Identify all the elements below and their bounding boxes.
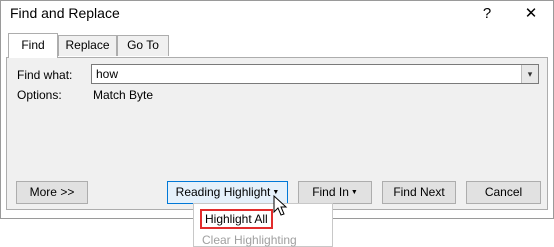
tab-goto[interactable]: Go To xyxy=(117,35,169,56)
reading-highlight-menu: Highlight All Clear Highlighting xyxy=(193,203,333,247)
help-icon[interactable]: ? xyxy=(475,4,499,24)
menu-item-highlight-all[interactable]: Highlight All xyxy=(200,209,273,229)
options-value: Match Byte xyxy=(93,88,154,102)
reading-highlight-label: Reading Highlight xyxy=(175,185,271,199)
more-button-label: More >> xyxy=(29,185,75,199)
tab-find[interactable]: Find xyxy=(8,33,58,58)
find-next-button[interactable]: Find Next xyxy=(382,181,456,204)
dialog-title: Find and Replace xyxy=(10,5,120,21)
title-bar: Find and Replace ? ✕ xyxy=(1,1,553,29)
reading-highlight-button[interactable]: Reading Highlight ▼ xyxy=(167,181,288,204)
find-what-value[interactable]: how xyxy=(96,67,118,81)
options-label: Options: xyxy=(17,88,62,102)
more-button[interactable]: More >> xyxy=(16,181,88,204)
find-what-input[interactable]: how ▾ xyxy=(91,64,539,84)
mouse-pointer-icon xyxy=(273,195,288,216)
find-next-label: Find Next xyxy=(393,185,445,199)
find-in-button[interactable]: Find In ▼ xyxy=(298,181,372,204)
chevron-down-icon[interactable]: ▾ xyxy=(521,65,538,83)
cancel-label: Cancel xyxy=(484,185,523,199)
close-icon[interactable]: ✕ xyxy=(519,4,543,24)
find-what-label: Find what: xyxy=(17,68,73,82)
cancel-button[interactable]: Cancel xyxy=(466,181,541,204)
menu-item-clear-highlighting[interactable]: Clear Highlighting xyxy=(202,233,297,247)
caret-down-icon: ▼ xyxy=(350,189,358,197)
find-in-label: Find In xyxy=(312,185,349,199)
tab-replace[interactable]: Replace xyxy=(58,35,117,56)
